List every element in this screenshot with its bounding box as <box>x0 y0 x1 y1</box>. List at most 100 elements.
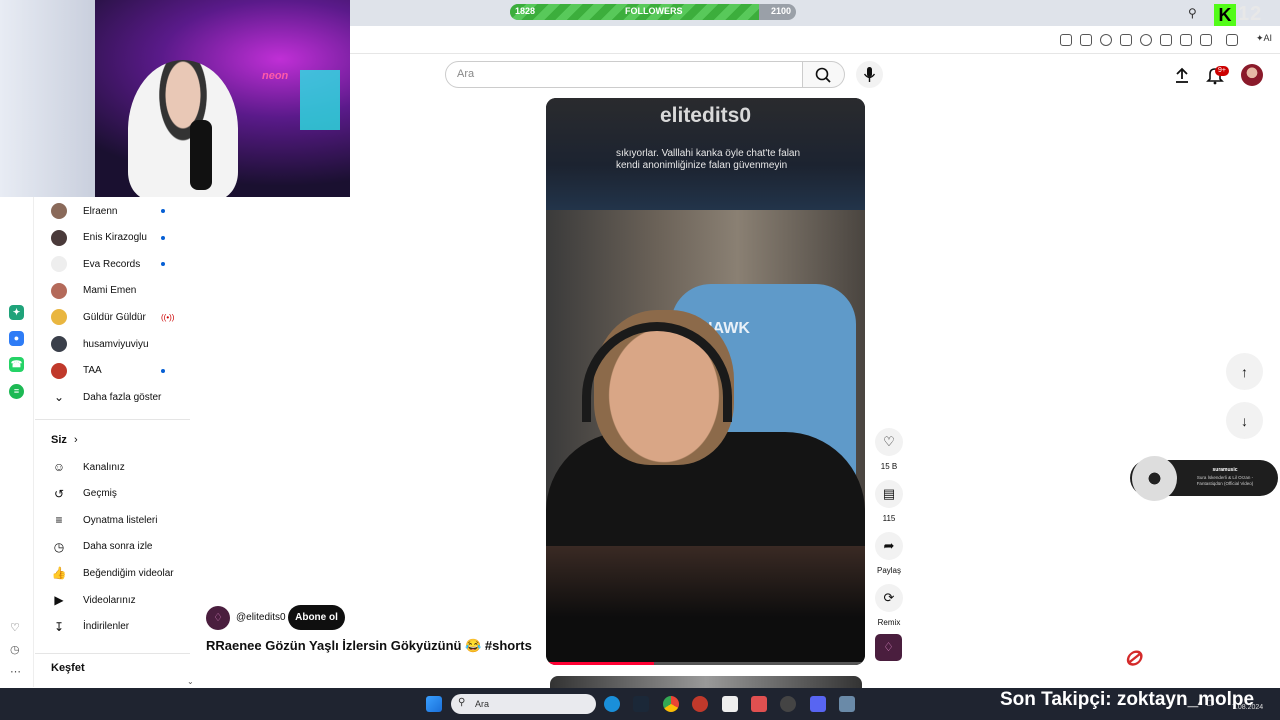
thumbs-up-icon: 👍 <box>51 566 67 581</box>
sidebar-item-playlists[interactable]: ≡ Oynatma listeleri <box>51 507 191 533</box>
app-icon[interactable] <box>751 696 767 712</box>
new-content-dot <box>161 368 165 373</box>
short-video-player[interactable]: elitedits0 sıkıyorlar. Valllahi kanka öy… <box>546 98 865 665</box>
heart-icon[interactable] <box>1140 34 1152 46</box>
subscription-item[interactable]: husamviyuviyu <box>51 331 191 357</box>
youtube-sidebar: Elraenn Enis Kirazoglu Eva Records Mami Eme… <box>35 197 194 687</box>
previous-short-button[interactable]: ↑ <box>1226 353 1263 390</box>
download-icon[interactable] <box>1160 34 1172 46</box>
new-content-dot <box>161 262 165 267</box>
search-icon[interactable]: ⚲ <box>1188 6 1197 20</box>
chrome-icon[interactable] <box>663 696 679 712</box>
sound-thumbnail[interactable]: ♢ <box>875 634 902 661</box>
sidebar-item-download[interactable]: ↧ İndirilenler <box>51 614 191 640</box>
like-button[interactable]: ♡ 15 B <box>874 428 904 471</box>
search-input[interactable]: Ara <box>445 61 803 88</box>
menu-icon[interactable] <box>1180 34 1192 46</box>
kick-logo: K <box>1214 4 1236 26</box>
windows-start-icon[interactable] <box>426 696 442 712</box>
channel-avatar <box>51 362 67 379</box>
shield-icon[interactable] <box>1100 34 1112 46</box>
subscription-name: Eva Records <box>83 258 141 270</box>
video-watermark: elitedits0 <box>659 104 752 127</box>
explore-heading: Keşfet <box>51 662 85 674</box>
sidebar-item-your-videos[interactable]: ▶ Videolarınız <box>51 587 191 613</box>
voice-search-button[interactable] <box>856 61 883 88</box>
sidebar-item-channel[interactable]: ☺ Kanalınız <box>51 454 191 480</box>
search-icon: ⚲ <box>458 697 466 708</box>
browser-title-bar <box>350 0 1280 26</box>
subscription-item[interactable]: Güldür Güldür ((•)) <box>51 304 191 330</box>
search-button[interactable] <box>803 61 845 88</box>
heart-icon: ♡ <box>875 428 903 456</box>
opera-icon[interactable] <box>692 696 708 712</box>
lock-icon[interactable] <box>1200 34 1212 46</box>
app-icon[interactable] <box>722 696 738 712</box>
subscription-item[interactable]: Eva Records <box>51 251 191 277</box>
followers-goal-bar: 1828 FOLLOWERS 2100 <box>510 4 796 20</box>
sidebar-item-history[interactable]: ↺ Geçmiş <box>51 481 191 507</box>
next-short-preview[interactable] <box>550 676 862 688</box>
subscription-name: husamviyuviyu <box>83 338 149 350</box>
remix-icon: ⟳ <box>875 584 903 612</box>
subscription-item[interactable]: Enis Kirazoglu <box>51 225 191 251</box>
subscription-item[interactable]: Mami Emen <box>51 278 191 304</box>
now-playing-artist: suramusic <box>1212 467 1238 473</box>
followers-label: FOLLOWERS <box>625 6 683 16</box>
chatgpt-icon[interactable]: ✦ <box>9 305 24 320</box>
steam-icon[interactable] <box>633 696 649 712</box>
video-progress-fill <box>546 662 655 665</box>
clock-icon[interactable]: ◷ <box>10 643 20 656</box>
remix-button[interactable]: ⟳ Remix <box>874 584 904 627</box>
messenger-icon[interactable]: ● <box>9 331 24 346</box>
webcam-background <box>0 0 95 197</box>
spotify-icon[interactable]: ≡ <box>9 384 24 399</box>
account-avatar[interactable] <box>1241 64 1263 86</box>
like-count: 15 B <box>880 462 898 471</box>
webcam-streamer <box>128 60 238 197</box>
obs-icon[interactable] <box>780 696 796 712</box>
share-icon: ➦ <box>875 532 903 560</box>
latest-follower-ticker: Son Takipçi: zoktayn_molpe <box>1000 689 1255 710</box>
notification-badge: 9+ <box>1215 66 1229 76</box>
edge-icon[interactable] <box>604 696 620 712</box>
you-section-heading[interactable]: Siz › <box>51 434 78 446</box>
comments-button[interactable]: ▤ 115 <box>874 480 904 523</box>
ai-button[interactable]: ✦AI <box>1256 33 1272 44</box>
taskbar-search[interactable]: Ara <box>451 694 596 714</box>
upload-button[interactable] <box>1172 65 1192 85</box>
you-heading-label: Siz <box>51 434 67 446</box>
show-more-button[interactable]: ⌄ Daha fazla göster <box>51 384 191 410</box>
video-caption: sıkıyorlar. Valllahi kanka öyle chat'te … <box>616 148 801 171</box>
sidebar-item-label: Videolarınız <box>83 594 136 606</box>
video-bottom-band <box>546 546 865 665</box>
more-icon[interactable]: ⋯ <box>10 665 21 678</box>
camera-icon[interactable] <box>1080 34 1092 46</box>
channel-handle[interactable]: @elitedits0 <box>236 612 286 623</box>
app-icon[interactable] <box>839 696 855 712</box>
extension-icon[interactable] <box>1226 34 1238 46</box>
subscription-name: Enis Kirazoglu <box>83 232 147 244</box>
subscribe-button[interactable]: Abone ol <box>288 605 345 630</box>
sidebar-divider <box>35 419 190 420</box>
video-title[interactable]: RRaenee Gözün Yaşlı İzlersin Gökyüzünü 😂… <box>206 638 532 654</box>
edit-icon[interactable] <box>1060 34 1072 46</box>
discord-icon[interactable] <box>810 696 826 712</box>
channel-avatar[interactable]: ♢ <box>206 606 230 630</box>
arrow-down-icon: ↓ <box>1241 412 1248 429</box>
heart-icon[interactable]: ♡ <box>10 621 20 634</box>
kick-counter: 12 <box>1238 3 1263 25</box>
microphone-icon <box>863 67 876 82</box>
sidebar-item-label: Geçmiş <box>83 488 117 500</box>
subscription-item[interactable]: Elraenn <box>51 198 191 224</box>
sidebar-item-label: İndirilenler <box>83 621 130 633</box>
play-icon[interactable] <box>1120 34 1132 46</box>
sidebar-item-clock[interactable]: ◷ Daha sonra izle <box>51 534 191 560</box>
scroll-down-icon[interactable]: ⌄ <box>187 677 194 686</box>
subscription-item[interactable]: TAA <box>51 358 191 384</box>
whatsapp-icon[interactable]: ☎ <box>9 357 24 372</box>
sidebar-item-label: Oynatma listeleri <box>83 514 158 526</box>
sidebar-item-thumbs-up[interactable]: 👍 Beğendiğim videolar <box>51 560 191 586</box>
share-button[interactable]: ➦ Paylaş <box>874 532 904 575</box>
next-short-button[interactable]: ↓ <box>1226 402 1263 439</box>
